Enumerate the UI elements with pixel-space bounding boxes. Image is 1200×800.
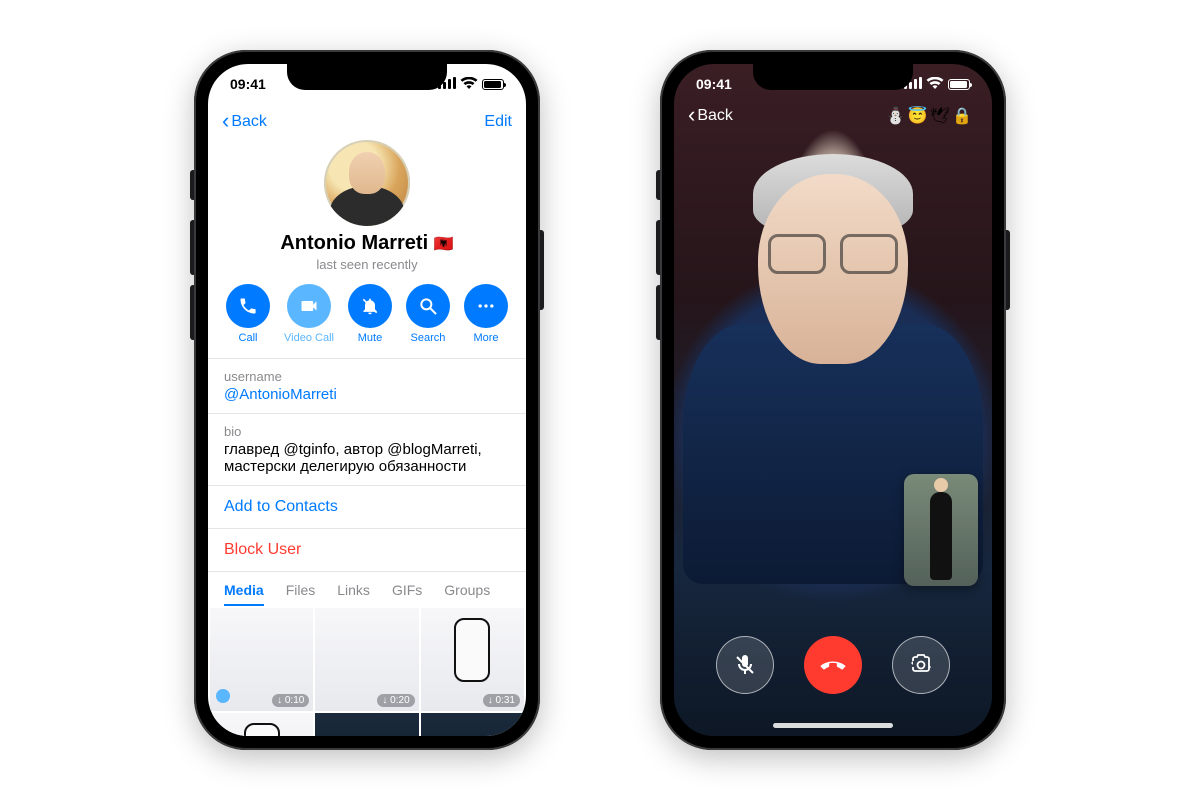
media-item[interactable] — [210, 713, 313, 736]
phone-icon — [238, 296, 258, 316]
add-to-contacts-button[interactable]: Add to Contacts — [208, 485, 526, 528]
call-status-icons: ⛄😇🕊🔒 — [886, 106, 974, 126]
call-button[interactable]: Call — [226, 284, 270, 344]
media-duration: ↓ 0:31 — [483, 694, 520, 707]
home-indicator[interactable] — [773, 723, 893, 728]
chevron-left-icon: ‹ — [222, 110, 229, 132]
last-seen-label: last seen recently — [208, 257, 526, 272]
tab-links[interactable]: Links — [337, 582, 370, 606]
screen-video-call: 09:41 ‹ Back ⛄😇🕊🔒 — [674, 64, 992, 736]
battery-icon — [948, 79, 970, 90]
status-time: 09:41 — [696, 76, 732, 92]
back-label: Back — [697, 107, 733, 125]
tab-groups[interactable]: Groups — [444, 582, 490, 606]
bio-label: bio — [224, 424, 510, 439]
battery-icon — [482, 79, 504, 90]
toggle-mute-button[interactable] — [716, 636, 774, 694]
call-controls — [674, 636, 992, 694]
media-item[interactable] — [421, 713, 524, 736]
media-item[interactable] — [315, 713, 418, 736]
media-item[interactable]: ↓ 0:10 — [210, 608, 313, 711]
media-item[interactable]: ↓ 0:20 — [315, 608, 418, 711]
more-icon — [476, 296, 496, 316]
notch — [287, 64, 447, 90]
mute-label: Mute — [358, 332, 382, 344]
back-label: Back — [231, 113, 267, 131]
profile-tabs: Media Files Links GIFs Groups — [208, 571, 526, 606]
flip-camera-icon — [909, 653, 933, 677]
wifi-icon — [926, 76, 944, 92]
display-name-text: Antonio Marreti — [280, 232, 428, 254]
flag-icon: 🇦🇱 — [434, 236, 454, 253]
tab-gifs[interactable]: GIFs — [392, 582, 422, 606]
display-name: Antonio Marreti 🇦🇱 — [208, 232, 526, 255]
more-button[interactable]: More — [464, 284, 508, 344]
call-label: Call — [239, 332, 258, 344]
search-button[interactable]: Search — [406, 284, 450, 344]
phone-frame-left: 09:41 ‹ Back Edit Anton — [194, 50, 540, 750]
status-indicators — [438, 76, 504, 92]
status-time: 09:41 — [230, 76, 266, 92]
avatar[interactable] — [324, 140, 410, 226]
username-section: username @AntonioMarreti — [208, 358, 526, 413]
status-indicators — [904, 76, 970, 92]
screen-profile: 09:41 ‹ Back Edit Anton — [208, 64, 526, 736]
edit-button[interactable]: Edit — [484, 113, 512, 131]
back-button[interactable]: ‹ Back — [688, 106, 733, 126]
tab-files[interactable]: Files — [286, 582, 316, 606]
phone-frame-right: 09:41 ‹ Back ⛄😇🕊🔒 — [660, 50, 1006, 750]
search-icon — [418, 296, 438, 316]
video-call-label: Video Call — [284, 332, 334, 344]
self-video-pip[interactable] — [904, 474, 978, 586]
search-label: Search — [411, 332, 446, 344]
phone-hangup-icon — [819, 651, 847, 679]
wifi-icon — [460, 76, 478, 92]
nav-bar: ‹ Back Edit — [208, 104, 526, 140]
video-call-button[interactable]: Video Call — [284, 284, 334, 344]
username-label: username — [224, 369, 510, 384]
block-user-button[interactable]: Block User — [208, 528, 526, 571]
mic-off-icon — [733, 653, 757, 677]
media-grid: ↓ 0:10 ↓ 0:20 ↓ 0:31 — [208, 606, 526, 736]
username-value[interactable]: @AntonioMarreti — [224, 386, 510, 403]
notch — [753, 64, 913, 90]
back-button[interactable]: ‹ Back — [222, 112, 267, 132]
video-icon — [299, 296, 319, 316]
play-icon — [216, 689, 230, 703]
media-duration: ↓ 0:20 — [377, 694, 414, 707]
bell-off-icon — [360, 296, 380, 316]
profile-actions: Call Video Call Mute Search More — [208, 284, 526, 344]
more-label: More — [473, 332, 498, 344]
profile-header: Antonio Marreti 🇦🇱 last seen recently — [208, 140, 526, 272]
flip-camera-button[interactable] — [892, 636, 950, 694]
chevron-left-icon: ‹ — [688, 104, 695, 126]
end-call-button[interactable] — [804, 636, 862, 694]
tab-media[interactable]: Media — [224, 582, 264, 606]
bio-section: bio главред @tginfo, автор @blogMarreti,… — [208, 413, 526, 485]
mute-button[interactable]: Mute — [348, 284, 392, 344]
bio-value: главред @tginfo, автор @blogMarreti, мас… — [224, 441, 510, 475]
media-item[interactable]: ↓ 0:31 — [421, 608, 524, 711]
media-duration: ↓ 0:10 — [272, 694, 309, 707]
